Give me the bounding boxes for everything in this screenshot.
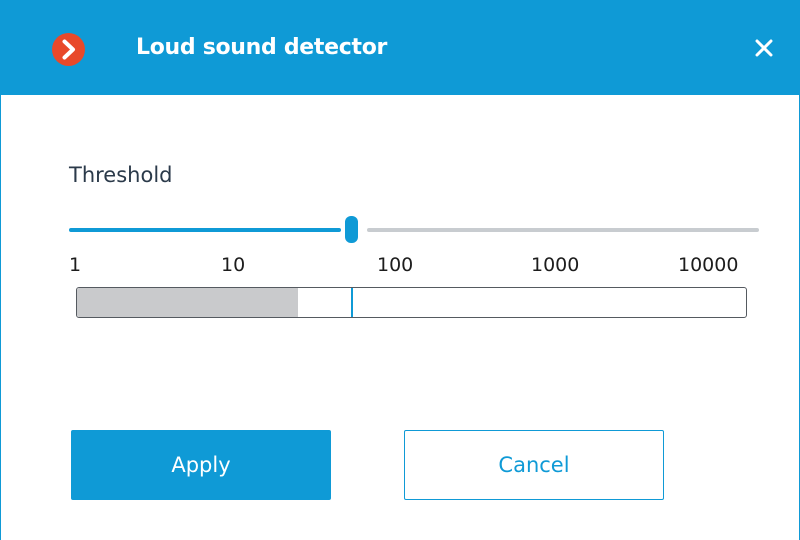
apply-button[interactable]: Apply <box>71 430 331 500</box>
scale-tick-10: 10 <box>221 254 246 276</box>
scale-tick-10000: 10000 <box>678 254 739 276</box>
threshold-slider[interactable] <box>69 215 759 245</box>
slider-thumb[interactable] <box>345 216 358 243</box>
scale-tick-1: 1 <box>69 254 82 276</box>
sound-level-meter <box>76 287 747 318</box>
threshold-marker <box>351 288 353 317</box>
scale-tick-100: 100 <box>377 254 414 276</box>
slider-track-active <box>69 228 341 232</box>
cancel-button[interactable]: Cancel <box>404 430 664 500</box>
dialog-title: Loud sound detector <box>136 35 388 60</box>
sound-level-fill <box>77 288 298 317</box>
close-icon[interactable] <box>746 30 782 66</box>
app-logo-icon <box>52 33 85 66</box>
title-bar: Loud sound detector <box>1 0 800 95</box>
slider-track-inactive <box>367 228 759 232</box>
loud-sound-detector-dialog: Loud sound detector Threshold 1 10 100 1… <box>0 0 800 540</box>
threshold-label: Threshold <box>69 163 173 187</box>
scale-tick-1000: 1000 <box>531 254 580 276</box>
